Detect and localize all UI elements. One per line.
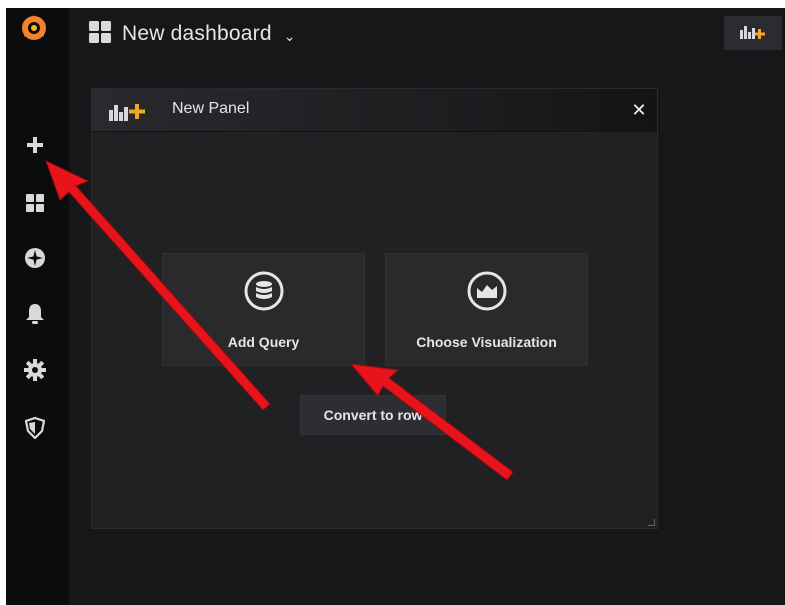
close-icon[interactable]: ✕ <box>627 98 651 122</box>
add-query-label: Add Query <box>227 334 300 350</box>
add-query-button[interactable]: Add Query <box>162 253 365 366</box>
dashboard-title: New dashboard <box>122 22 272 45</box>
dashboard-grid-icon <box>88 20 112 49</box>
alerting-bell-icon[interactable] <box>23 302 47 326</box>
area-chart-icon <box>467 271 507 316</box>
chevron-down-icon: ⌄ <box>283 27 296 44</box>
grafana-logo-icon[interactable] <box>18 12 50 44</box>
app-window: New dashboard ⌄ New Panel ✕ Add Query Ch… <box>6 8 785 605</box>
plus-icon[interactable] <box>23 133 47 157</box>
add-panel-icon <box>738 23 768 44</box>
database-icon <box>244 271 284 316</box>
sidebar <box>6 8 69 605</box>
server-admin-shield-icon[interactable] <box>23 416 47 440</box>
panel-title: New Panel <box>172 100 250 117</box>
new-panel: New Panel ✕ Add Query Choose Visualizati… <box>91 88 658 529</box>
add-panel-icon <box>107 101 159 126</box>
configuration-gear-icon[interactable] <box>23 358 47 382</box>
convert-to-row-button[interactable]: Convert to row <box>300 395 446 435</box>
choose-visualization-button[interactable]: Choose Visualization <box>385 253 588 366</box>
choose-visualization-label: Choose Visualization <box>416 334 557 350</box>
add-panel-button[interactable] <box>724 16 782 50</box>
explore-compass-icon[interactable] <box>23 246 47 270</box>
resize-handle[interactable] <box>648 519 655 526</box>
dashboards-grid-icon[interactable] <box>23 191 47 215</box>
dashboard-title-picker[interactable]: New dashboard ⌄ <box>88 20 295 48</box>
panel-header: New Panel ✕ <box>92 89 657 132</box>
